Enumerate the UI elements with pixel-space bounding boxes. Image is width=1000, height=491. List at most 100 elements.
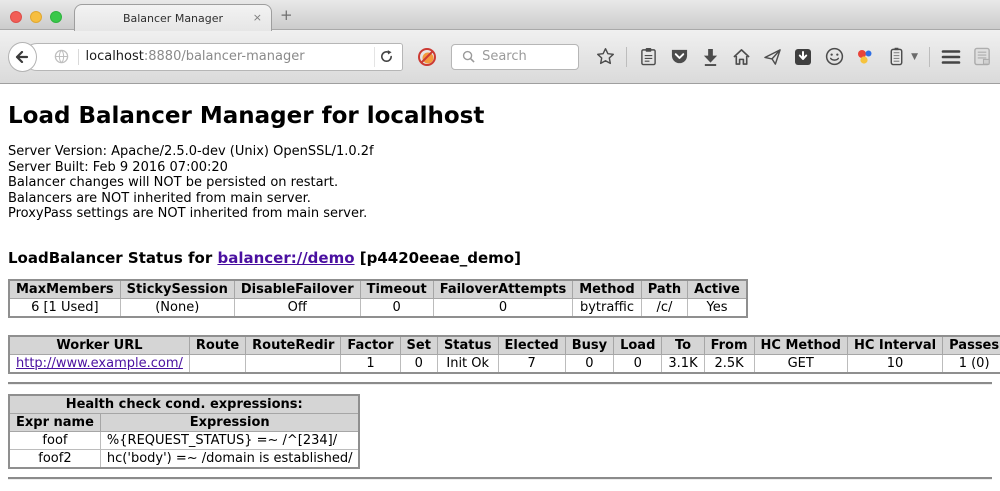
battery-extension-icon[interactable] <box>886 47 906 67</box>
col-header-load: Load <box>614 336 662 355</box>
reload-button[interactable] <box>374 47 398 67</box>
pocket-icon[interactable] <box>669 47 689 67</box>
zoom-window-button[interactable] <box>50 11 62 23</box>
cell-hc-method: GET <box>754 354 847 373</box>
cell-from: 2.5K <box>704 354 754 373</box>
server-built-line: Server Built: Feb 9 2016 07:00:20 <box>8 160 992 176</box>
toolbar-separator <box>626 47 627 67</box>
col-header-factor: Factor <box>341 336 400 355</box>
table-header-row: Expr name Expression <box>9 413 359 431</box>
col-header-to: To <box>662 336 704 355</box>
cell-passes: 1 (0) <box>943 354 1000 373</box>
table-row: 6 [1 Used] (None) Off 0 0 bytraffic /c/ … <box>9 298 747 317</box>
video-download-icon[interactable] <box>793 47 813 67</box>
minimize-window-button[interactable] <box>30 11 42 23</box>
cell-failoverattempts: 0 <box>433 298 573 317</box>
home-icon[interactable] <box>731 47 751 67</box>
worker-url-link[interactable]: http://www.example.com/ <box>16 356 183 371</box>
url-domain: localhost <box>86 49 144 64</box>
toolbar-separator <box>929 47 930 67</box>
cell-disablefailover: Off <box>234 298 360 317</box>
cell-stickysession: (None) <box>120 298 234 317</box>
cell-expression: hc('body') =~ /domain is established/ <box>100 449 359 468</box>
cell-set: 0 <box>400 354 437 373</box>
color-dots-extension-icon[interactable] <box>855 47 875 67</box>
new-tab-button[interactable]: + <box>280 8 293 23</box>
table-header-row: Worker URL Route RouteRedir Factor Set S… <box>9 336 1000 355</box>
back-arrow-icon <box>12 47 32 67</box>
bookmark-star-icon[interactable] <box>595 47 615 67</box>
col-header-active: Active <box>688 280 747 299</box>
browser-tab[interactable]: Balancer Manager × <box>74 4 272 31</box>
col-header-stickysession: StickySession <box>120 280 234 299</box>
cell-status: Init Ok <box>437 354 498 373</box>
heading-suffix: [p4420eeae_demo] <box>355 249 521 267</box>
cell-route <box>189 354 245 373</box>
page-actions-icon[interactable] <box>972 47 992 67</box>
cell-expr-name: foof2 <box>9 449 100 468</box>
col-header-expression: Expression <box>100 413 359 431</box>
table-header-row: MaxMembers StickySession DisableFailover… <box>9 280 747 299</box>
col-header-disablefailover: DisableFailover <box>234 280 360 299</box>
cell-to: 3.1K <box>662 354 704 373</box>
tab-title: Balancer Manager <box>123 12 223 25</box>
close-tab-icon[interactable]: × <box>253 12 262 23</box>
globe-icon <box>52 47 72 67</box>
col-header-expr-name: Expr name <box>9 413 100 431</box>
loadbalancer-status-heading: LoadBalancer Status for balancer://demo … <box>8 249 992 267</box>
table-row: http://www.example.com/ 1 0 Init Ok 7 0 … <box>9 354 1000 373</box>
table-row: foof %{REQUEST_STATUS} =~ /^[234]/ <box>9 431 359 449</box>
cell-path: /c/ <box>641 298 687 317</box>
col-header-path: Path <box>641 280 687 299</box>
worker-status-table: Worker URL Route RouteRedir Factor Set S… <box>8 335 1000 374</box>
col-header-timeout: Timeout <box>360 280 433 299</box>
server-info: Server Version: Apache/2.5.0-dev (Unix) … <box>8 144 992 222</box>
col-header-elected: Elected <box>498 336 565 355</box>
cell-timeout: 0 <box>360 298 433 317</box>
chevron-down-icon[interactable]: ▼ <box>911 52 918 62</box>
cell-load: 0 <box>614 354 662 373</box>
col-header-failoverattempts: FailoverAttempts <box>433 280 573 299</box>
toolbar-icons: ▼ <box>595 47 992 67</box>
url-text[interactable]: localhost:8880/balancer-manager <box>86 49 375 64</box>
cell-routeredir <box>246 354 341 373</box>
plugin-blocked-icon[interactable] <box>417 47 437 67</box>
page-title: Load Balancer Manager for localhost <box>8 84 992 129</box>
menu-hamburger-icon[interactable] <box>941 47 961 67</box>
cell-factor: 1 <box>341 354 400 373</box>
heading-prefix: LoadBalancer Status for <box>8 249 217 267</box>
col-header-hc-method: HC Method <box>754 336 847 355</box>
send-tab-icon[interactable] <box>762 47 782 67</box>
navigation-toolbar: localhost:8880/balancer-manager <box>0 30 1000 84</box>
back-button[interactable] <box>8 42 37 72</box>
clipboard-icon[interactable] <box>638 47 658 67</box>
url-path: :8880/balancer-manager <box>144 49 305 64</box>
search-input[interactable] <box>482 49 572 64</box>
proxypass-warning-line: ProxyPass settings are NOT inherited fro… <box>8 206 992 222</box>
col-header-maxmembers: MaxMembers <box>9 280 120 299</box>
col-header-worker-url: Worker URL <box>9 336 189 355</box>
balancer-demo-link[interactable]: balancer://demo <box>217 249 354 267</box>
cell-method: bytraffic <box>573 298 641 317</box>
cell-hc-interval: 10 <box>847 354 942 373</box>
cell-busy: 0 <box>565 354 613 373</box>
downloads-icon[interactable] <box>700 47 720 67</box>
url-bar[interactable]: localhost:8880/balancer-manager <box>23 43 404 71</box>
col-header-from: From <box>704 336 754 355</box>
cell-maxmembers: 6 [1 Used] <box>9 298 120 317</box>
search-icon <box>458 47 478 67</box>
search-bar[interactable] <box>451 44 579 70</box>
page-content: Load Balancer Manager for localhost Serv… <box>0 84 1000 480</box>
table-row: foof2 hc('body') =~ /domain is establish… <box>9 449 359 468</box>
col-header-busy: Busy <box>565 336 613 355</box>
col-header-method: Method <box>573 280 641 299</box>
section-divider <box>8 382 992 385</box>
server-version-line: Server Version: Apache/2.5.0-dev (Unix) … <box>8 144 992 160</box>
balancers-warning-line: Balancers are NOT inherited from main se… <box>8 191 992 207</box>
health-table-title: Health check cond. expressions: <box>9 395 359 414</box>
smiley-extension-icon[interactable] <box>824 47 844 67</box>
table-title-row: Health check cond. expressions: <box>9 395 359 414</box>
urlbar-separator <box>78 49 79 65</box>
close-window-button[interactable] <box>10 11 22 23</box>
window-titlebar: Balancer Manager × + <box>0 0 1000 30</box>
